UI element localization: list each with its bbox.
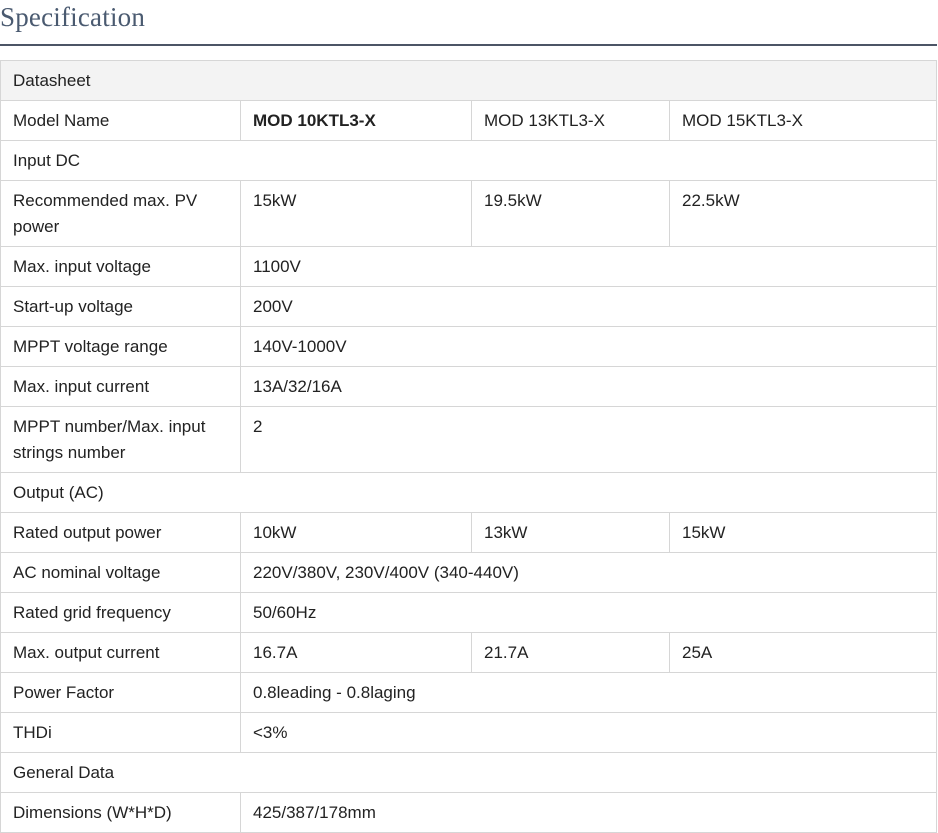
table-row-ac-nominal-voltage: AC nominal voltage 220V/380V, 230V/400V … bbox=[0, 552, 937, 593]
value-cell: 0.8leading - 0.8laging bbox=[240, 672, 937, 713]
section-heading: Input DC bbox=[0, 140, 937, 181]
value-cell: 50/60Hz bbox=[240, 592, 937, 633]
row-label: Rated output power bbox=[0, 512, 241, 553]
input-dc-section-row: Input DC bbox=[0, 140, 937, 181]
table-row-rated-output-power: Rated output power 10kW 13kW 15kW bbox=[0, 512, 937, 553]
table-row-mppt-range: MPPT voltage range 140V-1000V bbox=[0, 326, 937, 367]
value-cell: 140V-1000V bbox=[240, 326, 937, 367]
table-row-power-factor: Power Factor 0.8leading - 0.8laging bbox=[0, 672, 937, 713]
title-divider bbox=[0, 44, 937, 46]
table-row-startup-voltage: Start-up voltage 200V bbox=[0, 286, 937, 327]
table-row-max-input-voltage: Max. input voltage 1100V bbox=[0, 246, 937, 287]
table-row-recommended-pv: Recommended max. PV power 15kW 19.5kW 22… bbox=[0, 180, 937, 247]
row-label: Model Name bbox=[0, 100, 241, 141]
row-label: MPPT voltage range bbox=[0, 326, 241, 367]
page-title: Specification bbox=[0, 2, 146, 32]
general-data-section-row: General Data bbox=[0, 752, 937, 793]
section-heading: General Data bbox=[0, 752, 937, 793]
value-cell: 10kW bbox=[240, 512, 472, 553]
row-label: Dimensions (W*H*D) bbox=[0, 792, 241, 833]
table-row-model-name: Model Name MOD 10KTL3-X MOD 13KTL3-X MOD… bbox=[0, 100, 937, 141]
row-label: Max. output current bbox=[0, 632, 241, 673]
table-row-mppt-number: MPPT number/Max. input strings number 2 bbox=[0, 406, 937, 473]
value-cell: 22.5kW bbox=[669, 180, 937, 247]
row-label: MPPT number/Max. input strings number bbox=[0, 406, 241, 473]
row-label: AC nominal voltage bbox=[0, 552, 241, 593]
row-label: Max. input voltage bbox=[0, 246, 241, 287]
row-label: Power Factor bbox=[0, 672, 241, 713]
model-cell: MOD 15KTL3-X bbox=[669, 100, 937, 141]
row-label: THDi bbox=[0, 712, 241, 753]
value-cell: 1100V bbox=[240, 246, 937, 287]
table-row-dimensions: Dimensions (W*H*D) 425/387/178mm bbox=[0, 792, 937, 833]
output-ac-section-row: Output (AC) bbox=[0, 472, 937, 513]
row-label: Max. input current bbox=[0, 366, 241, 407]
row-label: Rated grid frequency bbox=[0, 592, 241, 633]
section-heading: Output (AC) bbox=[0, 472, 937, 513]
value-cell: 425/387/178mm bbox=[240, 792, 937, 833]
value-cell: 2 bbox=[240, 406, 937, 473]
specification-table: Datasheet Model Name MOD 10KTL3-X MOD 13… bbox=[0, 60, 937, 833]
model-cell: MOD 10KTL3-X bbox=[240, 100, 472, 141]
value-cell: 25A bbox=[669, 632, 937, 673]
value-cell: 21.7A bbox=[471, 632, 670, 673]
value-cell: 13A/32/16A bbox=[240, 366, 937, 407]
row-label: Start-up voltage bbox=[0, 286, 241, 327]
value-cell: 15kW bbox=[240, 180, 472, 247]
datasheet-header-row: Datasheet bbox=[0, 60, 937, 101]
value-cell: 200V bbox=[240, 286, 937, 327]
table-row-rated-grid-frequency: Rated grid frequency 50/60Hz bbox=[0, 592, 937, 633]
table-row-thdi: THDi <3% bbox=[0, 712, 937, 753]
table-row-max-input-current: Max. input current 13A/32/16A bbox=[0, 366, 937, 407]
value-cell: 15kW bbox=[669, 512, 937, 553]
value-cell: <3% bbox=[240, 712, 937, 753]
table-row-max-output-current: Max. output current 16.7A 21.7A 25A bbox=[0, 632, 937, 673]
datasheet-header: Datasheet bbox=[0, 60, 937, 101]
value-cell: 220V/380V, 230V/400V (340-440V) bbox=[240, 552, 937, 593]
value-cell: 16.7A bbox=[240, 632, 472, 673]
model-cell: MOD 13KTL3-X bbox=[471, 100, 670, 141]
row-label: Recommended max. PV power bbox=[0, 180, 241, 247]
value-cell: 19.5kW bbox=[471, 180, 670, 247]
value-cell: 13kW bbox=[471, 512, 670, 553]
